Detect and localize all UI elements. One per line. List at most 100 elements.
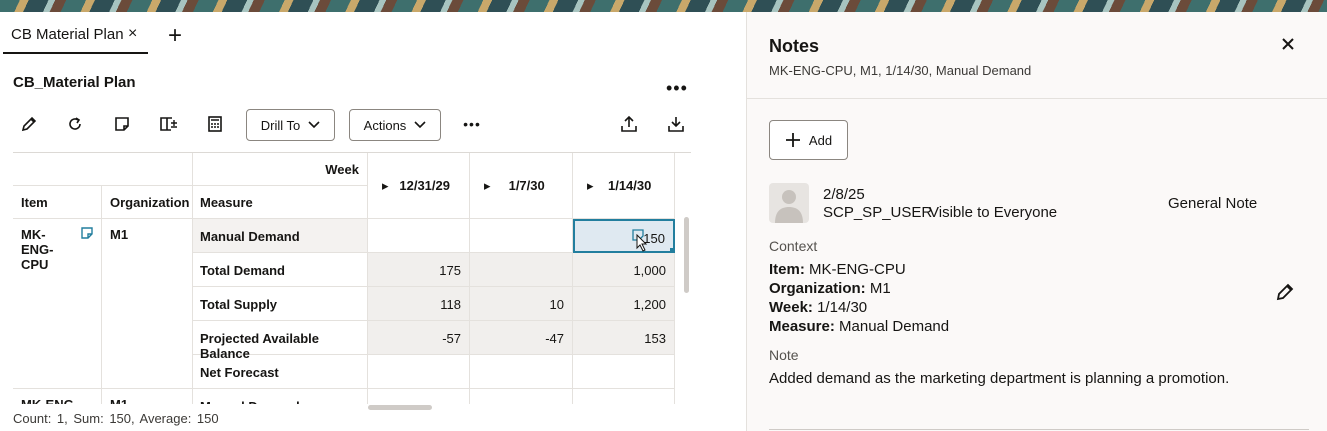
context-organization: Organization: M1	[769, 280, 891, 297]
note-date: 2/8/25	[823, 186, 865, 203]
selected-value-cell[interactable]: 150	[573, 219, 675, 253]
note-indicator-icon[interactable]	[80, 226, 94, 240]
column-header-label: 12/31/29	[399, 178, 450, 193]
context-measure-value: Manual Demand	[839, 318, 950, 335]
value-cell[interactable]	[368, 219, 470, 253]
grid-vertical-scrollbar[interactable]	[684, 217, 689, 293]
add-note-button[interactable]: Add	[769, 120, 848, 160]
divider	[747, 98, 1327, 99]
table-settings-icon[interactable]	[158, 113, 180, 135]
context-week-value: 1/14/30	[817, 299, 868, 316]
column-header-label: 1/7/30	[508, 178, 545, 193]
value-cell[interactable]	[470, 355, 573, 389]
item-header: Item	[13, 186, 102, 219]
organization-header: Organization	[102, 186, 193, 219]
value-cell[interactable]	[368, 389, 470, 404]
value-cell[interactable]	[470, 253, 573, 287]
measure-manual-demand[interactable]: Manual Demand	[193, 219, 368, 253]
tab-cb-material-plan[interactable]: CB Material Plan	[11, 26, 124, 43]
note-text: Added demand as the marketing department…	[769, 370, 1230, 387]
value-cell[interactable]	[573, 355, 675, 389]
context-measure-key: Measure:	[769, 318, 835, 335]
measure-manual-demand[interactable]: Manual Demand	[193, 389, 368, 404]
header-banner	[0, 0, 1327, 12]
value-cell[interactable]: 153	[573, 321, 675, 355]
context-organization-key: Organization:	[769, 280, 866, 297]
notes-subtitle: MK-ENG-CPU, M1, 1/14/30, Manual Demand	[769, 63, 1032, 78]
value-cell[interactable]: -47	[470, 321, 573, 355]
drill-to-button[interactable]: Drill To	[246, 109, 335, 141]
value-cell[interactable]: 175	[368, 253, 470, 287]
add-note-label: Add	[808, 132, 833, 148]
tab-close-icon[interactable]: ×	[128, 25, 137, 43]
plus-icon	[785, 133, 800, 147]
context-item-key: Item:	[769, 261, 805, 278]
context-measure: Measure: Manual Demand	[769, 318, 949, 335]
page-more-icon[interactable]: •••	[666, 78, 688, 99]
note-type: General Note	[1168, 195, 1258, 212]
expand-caret-icon[interactable]: ▸	[484, 178, 491, 193]
tab-underline	[3, 52, 148, 54]
expand-caret-icon[interactable]: ▸	[587, 178, 594, 193]
value-cell[interactable]: 1,000	[573, 253, 675, 287]
column-header-label: 1/14/30	[607, 178, 652, 193]
value-cell[interactable]	[368, 355, 470, 389]
value-cell[interactable]: 1,200	[573, 287, 675, 321]
material-plan-pane: CB Material Plan × + CB_Material Plan ••…	[0, 12, 746, 431]
expand-caret-icon[interactable]: ▸	[382, 178, 389, 193]
selection-status: Count: 1, Sum: 150, Average: 150	[13, 411, 219, 426]
item-value: MK-ENG-CPU	[21, 227, 54, 272]
value-cell[interactable]	[573, 389, 675, 404]
export-icon[interactable]	[618, 113, 640, 135]
download-icon[interactable]	[665, 113, 687, 135]
column-header-week-3[interactable]: ▸ 1/14/30	[573, 153, 675, 219]
notes-panel: Notes MK-ENG-CPU, M1, 1/14/30, Manual De…	[746, 12, 1327, 431]
notes-title: Notes	[769, 36, 820, 56]
organization-header-label: Organization	[110, 195, 190, 210]
context-item: Item: MK-ENG-CPU	[769, 261, 906, 278]
value-cell[interactable]: -57	[368, 321, 470, 355]
measure-net-forecast[interactable]: Net Forecast	[193, 355, 368, 389]
edit-pencil-icon[interactable]	[18, 113, 40, 135]
context-item-value: MK-ENG-CPU	[809, 261, 906, 278]
measure-total-demand[interactable]: Total Demand	[193, 253, 368, 287]
actions-button[interactable]: Actions	[349, 109, 441, 141]
organization-cell[interactable]: M1	[102, 219, 193, 389]
note-icon[interactable]	[111, 113, 133, 135]
drill-to-label: Drill To	[260, 117, 301, 133]
edit-note-pencil-icon[interactable]	[1275, 282, 1295, 307]
material-plan-grid: Week Item Organization Measure ▸ 12/31/2…	[13, 152, 691, 404]
calculator-icon[interactable]	[204, 113, 226, 135]
mouse-pointer-icon	[636, 234, 648, 252]
week-header: Week	[193, 153, 368, 186]
organization-cell[interactable]: M1	[102, 389, 193, 404]
context-week: Week: 1/14/30	[769, 299, 867, 316]
context-label: Context	[769, 238, 818, 254]
measure-total-supply[interactable]: Total Supply	[193, 287, 368, 321]
measure-header: Measure	[193, 186, 368, 219]
divider	[769, 429, 1309, 430]
toolbar-more-icon[interactable]: •••	[458, 113, 486, 135]
context-week-key: Week:	[769, 299, 813, 316]
grid-horizontal-scrollbar[interactable]	[368, 405, 432, 410]
note-visibility: Visible to Everyone	[929, 204, 1058, 221]
value-cell[interactable]: 10	[470, 287, 573, 321]
refresh-icon[interactable]	[64, 113, 86, 135]
item-cell[interactable]: MK-ENG	[13, 389, 102, 404]
close-icon[interactable]	[1281, 34, 1295, 57]
actions-label: Actions	[363, 117, 407, 133]
measure-projected-available-balance[interactable]: Projected Available Balance	[193, 321, 368, 361]
value-cell[interactable]	[470, 219, 573, 253]
avatar	[769, 183, 809, 223]
add-tab-icon[interactable]: +	[168, 22, 182, 50]
note-label: Note	[769, 347, 799, 363]
note-user: SCP_SP_USER	[823, 204, 933, 221]
item-cell[interactable]: MK-ENG-CPU	[13, 219, 102, 389]
chevron-down-icon	[414, 121, 426, 129]
column-header-week-2[interactable]: ▸ 1/7/30	[470, 153, 573, 219]
page-title: CB_Material Plan	[13, 74, 136, 91]
chevron-down-icon	[308, 121, 320, 129]
value-cell[interactable]	[470, 389, 573, 404]
value-cell[interactable]: 118	[368, 287, 470, 321]
column-header-week-1[interactable]: ▸ 12/31/29	[368, 153, 470, 219]
